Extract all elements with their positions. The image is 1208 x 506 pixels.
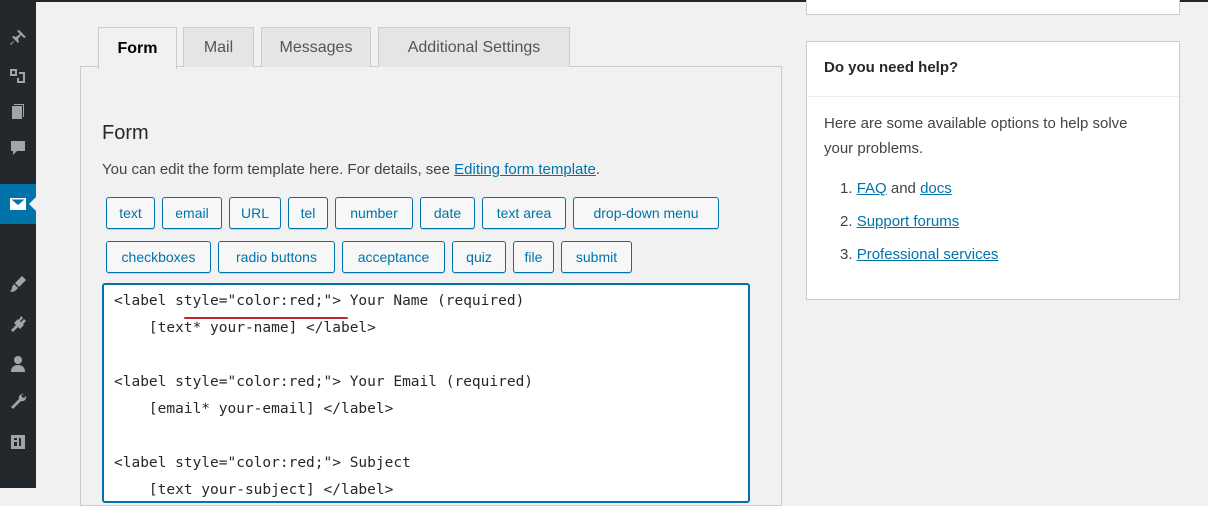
professional-services-link[interactable]: Professional services [857,246,999,263]
tab-additional-settings[interactable]: Additional Settings [378,27,570,67]
help-item: 1. FAQ and docs [840,180,952,197]
form-template-editor[interactable]: <label style="color:red;"> Your Name (re… [102,283,750,503]
settings-icon [11,435,25,449]
form-title: Form [102,122,149,144]
red-underline-annotation [184,317,348,319]
tab-form[interactable]: Form [98,27,177,69]
code-line: <label style="color:red;"> Your Name (re… [114,293,525,309]
docs-link[interactable]: docs [920,180,952,197]
users-icon [11,356,25,372]
tag-button-radio-buttons[interactable]: radio buttons [218,241,335,273]
pages-icon [12,104,24,119]
help-text: Here are some available options to help … [824,115,1128,157]
tag-button-file[interactable]: file [513,241,554,273]
help-item: 3. Professional services [840,246,998,263]
sidebar-item-comments[interactable] [0,130,36,166]
help-item-joiner: and [886,180,921,197]
sidebar-item-appearance[interactable] [0,266,36,302]
support-forums-link[interactable]: Support forums [857,213,960,230]
tag-button-number[interactable]: number [335,197,413,229]
help-item-number: 1. [840,180,853,197]
tag-button-quiz[interactable]: quiz [452,241,506,273]
code-line: <label style="color:red;"> Your Email (r… [114,374,534,390]
code-line: [email* your-email] </label> [114,401,394,417]
help-item-number: 3. [840,246,853,263]
form-description-text: You can edit the form template here. For… [102,161,455,178]
tag-button-submit[interactable]: submit [561,241,632,273]
tag-button-acceptance[interactable]: acceptance [342,241,445,273]
tab-mail[interactable]: Mail [183,27,254,67]
tag-button-email[interactable]: email [162,197,222,229]
tab-messages[interactable]: Messages [261,27,371,67]
mail-icon [10,198,26,210]
tag-button-checkboxes[interactable]: checkboxes [106,241,211,273]
pin-icon [10,30,26,45]
tag-button-text-area[interactable]: text area [482,197,566,229]
tag-button-text[interactable]: text [106,197,155,229]
sidebar-item-settings[interactable] [0,424,36,460]
sidebar-box-top [806,0,1180,15]
tag-button-url[interactable]: URL [229,197,281,229]
form-description: You can edit the form template here. For… [102,161,600,178]
code-line: [text* your-name] </label> [114,320,376,336]
sidebar-item-plugins[interactable] [0,306,36,342]
help-title: Do you need help? [824,59,959,76]
tools-icon [11,393,27,409]
plugins-icon [11,316,26,332]
form-description-end: . [595,161,601,178]
code-line: <label style="color:red;"> Subject [114,455,411,471]
sidebar-item-posts[interactable] [0,20,36,56]
sidebar-item-tools[interactable] [0,384,36,420]
tag-button-tel[interactable]: tel [288,197,328,229]
help-item: 2. Support forums [840,213,959,230]
editing-form-template-link[interactable]: Editing form template [454,161,596,178]
appearance-icon [10,276,26,292]
comments-icon [11,141,25,155]
sidebar-item-contact[interactable] [0,184,37,224]
sidebar-item-users[interactable] [0,346,36,382]
help-item-number: 2. [840,213,853,230]
tag-button-drop-down-menu[interactable]: drop-down menu [573,197,719,229]
sidebar-item-media[interactable] [0,58,36,94]
code-line: [text your-subject] </label> [114,482,394,498]
help-divider [807,96,1179,97]
faq-link[interactable]: FAQ [857,180,887,197]
admin-sidebar [0,0,37,488]
sidebar-item-pages[interactable] [0,94,36,130]
media-icon [10,69,25,83]
tag-button-date[interactable]: date [420,197,475,229]
